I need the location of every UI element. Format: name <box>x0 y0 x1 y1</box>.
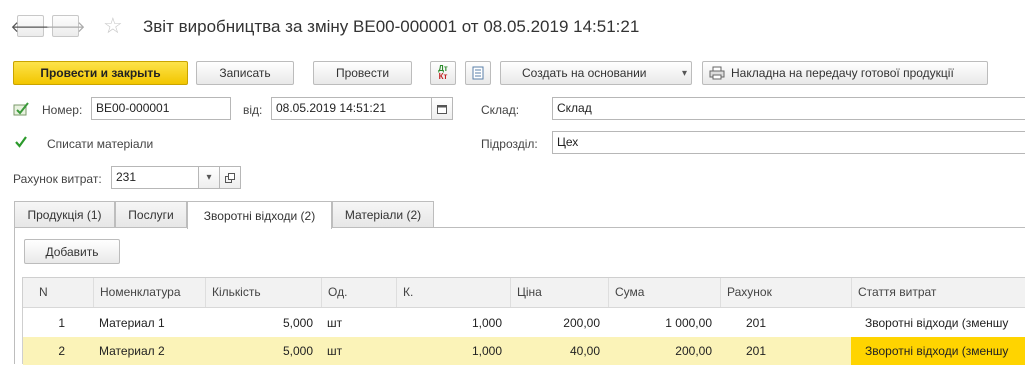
forward-button[interactable]: 🡒 <box>45 15 86 37</box>
items-table: N Номенклатура Кількість Од. К. Ціна Сум… <box>22 277 1025 365</box>
back-button[interactable]: 🡐 <box>10 15 51 37</box>
create-based-on-button[interactable]: Создать на основании ▾ <box>500 61 692 85</box>
column-header-price[interactable]: Ціна <box>510 278 608 307</box>
table-row[interactable]: 1 Материал 1 5,000 шт 1,000 200,00 1 000… <box>23 309 1025 337</box>
document-icon <box>472 66 484 80</box>
tab-materials[interactable]: Матеріали (2) <box>332 201 434 228</box>
column-header-qty[interactable]: Кількість <box>205 278 321 307</box>
account-dropdown-button[interactable]: ▾ <box>198 166 220 189</box>
cell-unit: шт <box>327 344 343 358</box>
calendar-button[interactable] <box>431 97 453 120</box>
post-button[interactable]: Провести <box>313 61 412 85</box>
post-status-icon <box>13 102 29 116</box>
cell-price: 200,00 <box>563 316 600 330</box>
account-label: Рахунок витрат: <box>13 172 102 186</box>
cell-k: 1,000 <box>471 316 502 330</box>
date-field[interactable]: 08.05.2019 14:51:21 <box>271 97 432 120</box>
cell-item: Материал 2 <box>99 344 165 358</box>
column-header-k[interactable]: К. <box>396 278 510 307</box>
arrow-right-icon: 🡒 <box>45 18 86 36</box>
table-row[interactable]: 2 Материал 2 5,000 шт 1,000 40,00 200,00… <box>23 337 1025 365</box>
cell-qty: 5,000 <box>282 316 313 330</box>
printer-icon <box>709 66 725 80</box>
writeoff-label: Списати матеріали <box>47 137 154 151</box>
calendar-icon <box>437 104 447 114</box>
tab-services[interactable]: Послуги <box>115 201 187 228</box>
cell-expense: Зворотні відходи (зменшу <box>865 316 1009 330</box>
page-title: Звіт виробництва за зміну ВЕ00-000001 от… <box>143 17 640 36</box>
column-header-unit[interactable]: Од. <box>321 278 396 307</box>
column-header-sum[interactable]: Сума <box>608 278 720 307</box>
add-row-button[interactable]: Добавить <box>24 239 120 264</box>
cell-unit: шт <box>327 316 343 330</box>
column-header-account[interactable]: Рахунок <box>720 278 851 307</box>
save-button[interactable]: Записать <box>196 61 294 85</box>
open-icon <box>225 172 235 183</box>
dt-kt-button[interactable]: Дт Кт <box>430 61 456 85</box>
cell-qty: 5,000 <box>282 344 313 358</box>
dt-kt-icon: Дт Кт <box>438 64 448 81</box>
number-label: Номер: <box>42 103 83 117</box>
cell-account: 201 <box>746 316 767 330</box>
cell-n: 1 <box>58 316 65 330</box>
writeoff-checkbox[interactable] <box>14 135 28 149</box>
chevron-down-icon: ▾ <box>681 67 687 79</box>
cell-item: Материал 1 <box>99 316 165 330</box>
post-and-close-button[interactable]: Провести и закрыть <box>13 61 188 85</box>
warehouse-field[interactable]: Склад <box>552 97 1025 120</box>
division-field[interactable]: Цех <box>552 131 1025 154</box>
warehouse-label: Склад: <box>481 103 520 117</box>
tab-return-waste[interactable]: Зворотні відходи (2) <box>187 201 332 229</box>
document-structure-button[interactable] <box>465 61 491 85</box>
chevron-down-icon: ▾ <box>206 172 212 183</box>
table-header: N Номенклатура Кількість Од. К. Ціна Сум… <box>23 278 1025 308</box>
print-invoice-button[interactable]: Накладна на передачу готової продукції <box>702 61 988 85</box>
checkmark-icon <box>15 136 27 148</box>
column-header-expense[interactable]: Стаття витрат <box>851 278 1025 307</box>
column-header-n[interactable]: N <box>23 278 93 307</box>
favorite-star-icon[interactable]: ☆ <box>103 14 123 38</box>
division-label: Підрозділ: <box>481 137 538 151</box>
cell-expense[interactable]: Зворотні відходи (зменшу <box>851 337 1025 365</box>
date-label: від: <box>243 103 263 117</box>
cell-n: 2 <box>58 344 65 358</box>
column-header-item[interactable]: Номенклатура <box>93 278 205 307</box>
account-field[interactable]: 231 <box>111 166 199 189</box>
cell-k: 1,000 <box>471 344 502 358</box>
cell-sum: 200,00 <box>675 344 712 358</box>
number-field[interactable]: ВЕ00-000001 <box>91 97 231 120</box>
cell-price: 40,00 <box>569 344 600 358</box>
tab-products[interactable]: Продукція (1) <box>14 201 115 228</box>
account-open-button[interactable] <box>219 166 241 189</box>
cell-sum: 1 000,00 <box>665 316 712 330</box>
cell-account: 201 <box>746 344 767 358</box>
